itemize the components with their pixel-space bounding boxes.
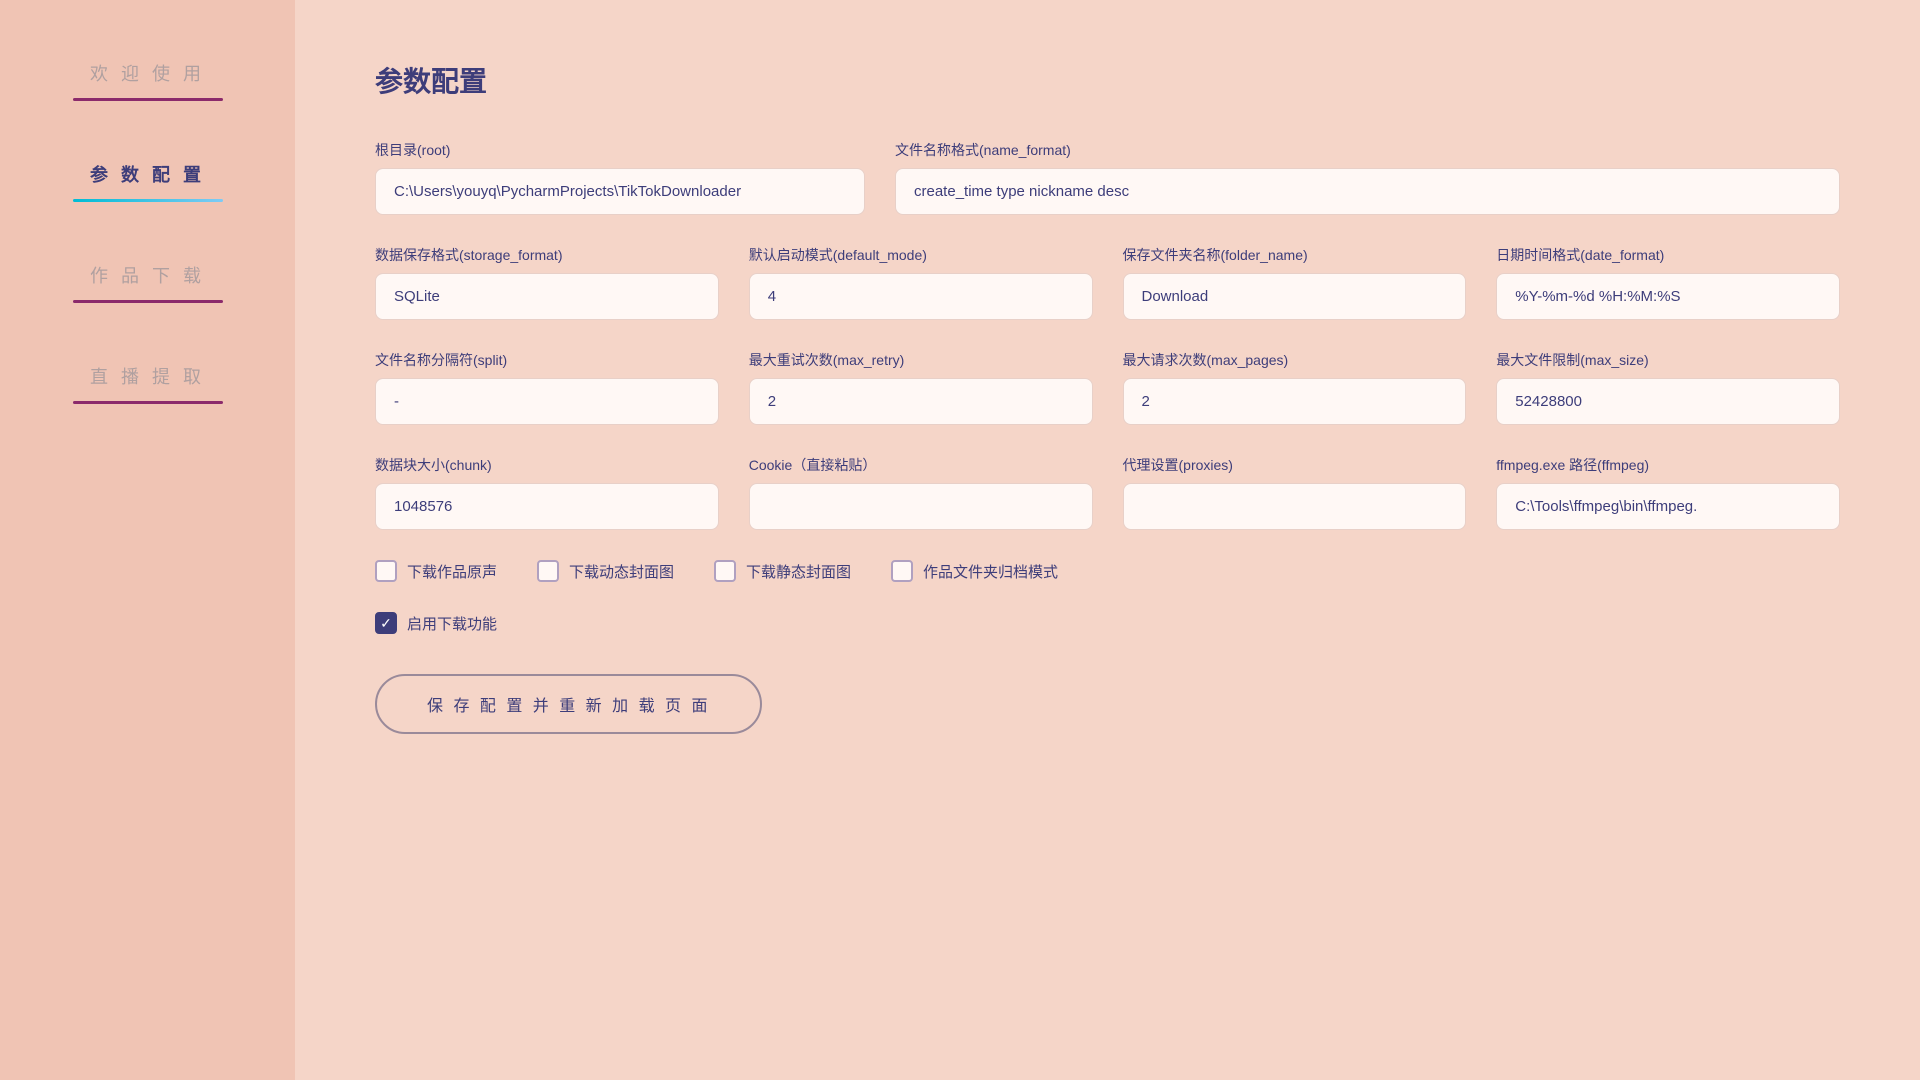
sidebar-item-live-label: 直 播 提 取 — [90, 363, 205, 389]
chunk-label: 数据块大小(chunk) — [375, 455, 719, 475]
form-row-3: 文件名称分隔符(split) 最大重试次数(max_retry) 最大请求次数(… — [375, 350, 1840, 425]
sidebar: 欢 迎 使 用 参 数 配 置 作 品 下 载 直 播 提 取 — [0, 0, 295, 1080]
sidebar-item-works-underline — [73, 300, 223, 303]
form-row-2: 数据保存格式(storage_format) 默认启动模式(default_mo… — [375, 245, 1840, 320]
checkbox-dynamic-box[interactable] — [537, 560, 559, 582]
checkbox-original[interactable]: 下载作品原声 — [375, 560, 497, 582]
checkbox-enable-box[interactable] — [375, 612, 397, 634]
checkbox-archive-box[interactable] — [891, 560, 913, 582]
form-group-max-size: 最大文件限制(max_size) — [1496, 350, 1840, 425]
max-retry-label: 最大重试次数(max_retry) — [749, 350, 1093, 370]
folder-name-input[interactable] — [1123, 273, 1467, 320]
form-group-chunk: 数据块大小(chunk) — [375, 455, 719, 530]
folder-name-label: 保存文件夹名称(folder_name) — [1123, 245, 1467, 265]
form-row-1: 根目录(root) 文件名称格式(name_format) — [375, 140, 1840, 215]
root-input[interactable] — [375, 168, 865, 215]
form-group-cookie: Cookie（直接粘贴） — [749, 455, 1093, 530]
max-size-input[interactable] — [1496, 378, 1840, 425]
checkbox-row-1: 下载作品原声 下载动态封面图 下载静态封面图 作品文件夹归档模式 — [375, 560, 1840, 582]
max-size-label: 最大文件限制(max_size) — [1496, 350, 1840, 370]
date-format-input[interactable] — [1496, 273, 1840, 320]
checkbox-static-box[interactable] — [714, 560, 736, 582]
form-section: 根目录(root) 文件名称格式(name_format) 数据保存格式(sto… — [375, 140, 1840, 734]
form-group-storage-format: 数据保存格式(storage_format) — [375, 245, 719, 320]
page-title: 参数配置 — [375, 60, 1840, 100]
proxies-label: 代理设置(proxies) — [1123, 455, 1467, 475]
form-group-folder-name: 保存文件夹名称(folder_name) — [1123, 245, 1467, 320]
storage-format-label: 数据保存格式(storage_format) — [375, 245, 719, 265]
checkbox-enable-label: 启用下载功能 — [407, 613, 497, 634]
max-pages-input[interactable] — [1123, 378, 1467, 425]
sidebar-item-params-underline — [73, 199, 223, 202]
cookie-input[interactable] — [749, 483, 1093, 530]
form-group-name-format: 文件名称格式(name_format) — [895, 140, 1840, 215]
form-group-date-format: 日期时间格式(date_format) — [1496, 245, 1840, 320]
proxies-input[interactable] — [1123, 483, 1467, 530]
checkbox-row-2: 启用下载功能 — [375, 612, 1840, 634]
form-row-4: 数据块大小(chunk) Cookie（直接粘贴） 代理设置(proxies) … — [375, 455, 1840, 530]
name-format-input[interactable] — [895, 168, 1840, 215]
ffmpeg-label: ffmpeg.exe 路径(ffmpeg) — [1496, 455, 1840, 475]
split-label: 文件名称分隔符(split) — [375, 350, 719, 370]
storage-format-input[interactable] — [375, 273, 719, 320]
checkbox-dynamic-label: 下载动态封面图 — [569, 561, 674, 582]
checkbox-enable[interactable]: 启用下载功能 — [375, 612, 497, 634]
checkbox-static-label: 下载静态封面图 — [746, 561, 851, 582]
max-retry-input[interactable] — [749, 378, 1093, 425]
form-group-split: 文件名称分隔符(split) — [375, 350, 719, 425]
root-label: 根目录(root) — [375, 140, 865, 160]
checkbox-dynamic[interactable]: 下载动态封面图 — [537, 560, 674, 582]
form-group-ffmpeg: ffmpeg.exe 路径(ffmpeg) — [1496, 455, 1840, 530]
save-button-wrapper: 保 存 配 置 并 重 新 加 载 页 面 — [375, 664, 1840, 734]
sidebar-item-welcome[interactable]: 欢 迎 使 用 — [0, 60, 295, 101]
chunk-input[interactable] — [375, 483, 719, 530]
sidebar-item-works-label: 作 品 下 载 — [90, 262, 205, 288]
sidebar-item-params[interactable]: 参 数 配 置 — [0, 161, 295, 202]
default-mode-input[interactable] — [749, 273, 1093, 320]
checkbox-archive-label: 作品文件夹归档模式 — [923, 561, 1058, 582]
save-button[interactable]: 保 存 配 置 并 重 新 加 载 页 面 — [375, 674, 762, 734]
split-input[interactable] — [375, 378, 719, 425]
sidebar-item-works[interactable]: 作 品 下 载 — [0, 262, 295, 303]
cookie-label: Cookie（直接粘贴） — [749, 455, 1093, 475]
max-pages-label: 最大请求次数(max_pages) — [1123, 350, 1467, 370]
form-group-root: 根目录(root) — [375, 140, 865, 215]
form-group-default-mode: 默认启动模式(default_mode) — [749, 245, 1093, 320]
sidebar-item-live-underline — [73, 401, 223, 404]
checkbox-original-label: 下载作品原声 — [407, 561, 497, 582]
checkbox-static[interactable]: 下载静态封面图 — [714, 560, 851, 582]
checkbox-original-box[interactable] — [375, 560, 397, 582]
date-format-label: 日期时间格式(date_format) — [1496, 245, 1840, 265]
form-group-proxies: 代理设置(proxies) — [1123, 455, 1467, 530]
sidebar-item-params-label: 参 数 配 置 — [90, 161, 205, 187]
name-format-label: 文件名称格式(name_format) — [895, 140, 1840, 160]
main-content: 参数配置 根目录(root) 文件名称格式(name_format) 数据保存格… — [295, 0, 1920, 1080]
default-mode-label: 默认启动模式(default_mode) — [749, 245, 1093, 265]
sidebar-item-live[interactable]: 直 播 提 取 — [0, 363, 295, 404]
form-group-max-pages: 最大请求次数(max_pages) — [1123, 350, 1467, 425]
sidebar-item-welcome-underline — [73, 98, 223, 101]
sidebar-item-welcome-label: 欢 迎 使 用 — [90, 60, 205, 86]
checkbox-archive[interactable]: 作品文件夹归档模式 — [891, 560, 1058, 582]
form-group-max-retry: 最大重试次数(max_retry) — [749, 350, 1093, 425]
ffmpeg-input[interactable] — [1496, 483, 1840, 530]
